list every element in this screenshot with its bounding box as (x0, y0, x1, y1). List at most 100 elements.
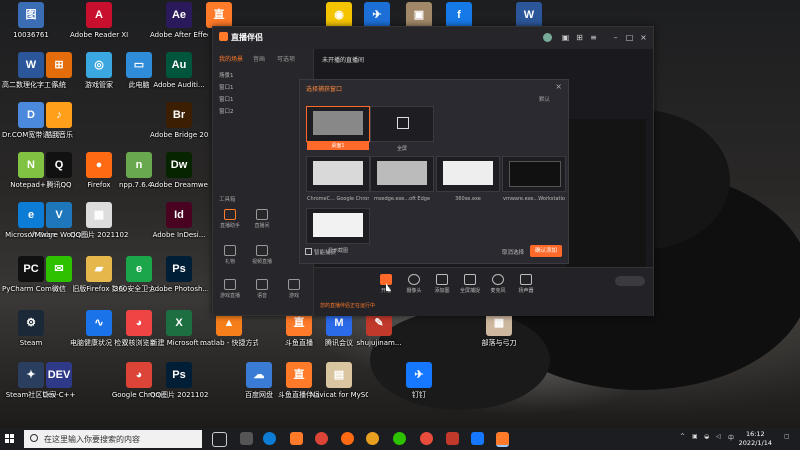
gift-icon[interactable]: ▣ (561, 33, 570, 42)
taskbar-app-icon[interactable] (290, 432, 303, 445)
cancel-selection-link[interactable]: 取消选择 (502, 248, 524, 256)
devcpp-icon: DEV (46, 362, 72, 388)
grid-icon[interactable]: ⊞ (575, 33, 584, 42)
this-pc-icon: ▭ (126, 52, 152, 78)
tab-scenes[interactable]: 我的场景 (219, 54, 243, 63)
volume-icon[interactable]: ◁ (716, 433, 721, 440)
capture-option-chrome[interactable]: ChromeC... Google Chrome (306, 156, 370, 202)
desktop-icon-bridge[interactable]: Br Adobe Bridge 2020 (150, 102, 208, 139)
desktop-icon-devcpp[interactable]: DEV Dev-C++ (30, 362, 88, 399)
edge-icon[interactable] (263, 432, 276, 445)
desktop-icon-label: Adobe Photosh... (150, 285, 208, 293)
tray-chevron-icon[interactable]: ^ (680, 433, 685, 440)
search-icon (30, 434, 38, 442)
firefox-profile-icon: ▰ (86, 256, 112, 282)
start-button[interactable] (5, 434, 15, 444)
smart-capture-checkbox[interactable]: 智能捕获 (305, 248, 336, 256)
desktop-icon-qq-img2[interactable]: Ps QQ图片 20211020... (150, 362, 208, 399)
system-clock[interactable]: 16:12 2022/1/14 (739, 430, 772, 448)
desktop-icon-label: Steam (19, 339, 43, 347)
firefox-icon: ● (86, 152, 112, 178)
capture-option-desktop[interactable]: 桌面1 (306, 106, 370, 150)
desktop-icon-navicat[interactable]: ▤ Navicat for MySQL (310, 362, 368, 399)
live-app-taskbar-icon[interactable] (496, 432, 509, 447)
tool-grid-icon: ⊞ (46, 52, 72, 78)
avatar[interactable] (543, 33, 552, 42)
capture-option-vmware[interactable]: vmware.exe...Workstation (502, 156, 566, 202)
taskbar-search-box[interactable]: 在这里输入你要搜索的内容 (24, 430, 202, 448)
minimize-icon[interactable]: – (611, 33, 620, 42)
desktop-icon-dreamweaver[interactable]: Dw Adobe Dreamwe... (150, 152, 208, 189)
taskbar-app-icon[interactable] (240, 432, 253, 445)
scene-item[interactable]: 窗口2 (219, 107, 234, 115)
sort-select[interactable]: 默认 (539, 95, 550, 103)
stream-control-bar: 开播 摄像头 添加图 全屏捕捉 麦克风 扬声器 您的直播伴侣正在运行中 (314, 267, 653, 316)
taskbar: 在这里输入你要搜索的内容 ^ ▣ ◒ ◁ 中 16:12 2022/1/14 ▢ (0, 428, 800, 450)
scene-item[interactable]: 场景1 (219, 71, 234, 79)
tool-voice[interactable]: 语音 (251, 279, 273, 299)
close-icon[interactable]: × (639, 33, 648, 42)
capture-option-screenshot[interactable]: 显示截图 (306, 208, 370, 254)
tool-live-helper[interactable]: 直播助手 (219, 209, 241, 229)
capture-option-label: msedge.exe...oft Edge (373, 196, 431, 202)
desktop-icon-10036761[interactable]: 图 10036761 (2, 2, 60, 39)
taskbar-app-icon[interactable] (471, 432, 484, 445)
speaker-button[interactable]: 扬声器 (514, 274, 538, 294)
scene-item[interactable]: 窗口1 (219, 95, 234, 103)
camera-button[interactable]: 摄像头 (402, 274, 426, 294)
microphone-button[interactable]: 麦克风 (486, 274, 510, 294)
network-icon[interactable]: ◒ (704, 433, 709, 440)
capture-option-360se[interactable]: 360se.exe (436, 156, 500, 202)
desktop-icon-label: Adobe Reader XI (70, 31, 128, 39)
desktop-icon-photoshop[interactable]: Ps Adobe Photosh... (150, 256, 208, 293)
audition-icon: Au (166, 52, 192, 78)
notification-icon[interactable]: ▢ (784, 433, 790, 440)
fullscreen-capture-button[interactable]: 全屏捕捉 (458, 274, 482, 294)
game-helper-icon: ◎ (86, 52, 112, 78)
chrome-icon: ◕ (126, 362, 152, 388)
capture-option-fullscreen[interactable]: 全屏 (370, 106, 434, 152)
app-orange-top-icon: 直 (206, 2, 232, 28)
chrome-icon[interactable] (366, 432, 379, 445)
app-logo: 直播伴侣 (219, 32, 263, 43)
tool-gift[interactable]: 礼物 (219, 245, 241, 265)
desktop-icon-qq-img[interactable]: ▦ QQ图片 20211020... (70, 202, 128, 239)
capture-option-edge[interactable]: msedge.exe...oft Edge (370, 156, 434, 202)
confirm-add-button[interactable]: 确认添加 (530, 245, 562, 257)
indesign-icon: Id (166, 202, 192, 228)
taskbar-app-icon[interactable] (446, 432, 459, 445)
settings-toggle[interactable] (615, 276, 645, 286)
tool-game[interactable]: 游戏直播 (219, 279, 241, 299)
tool-games[interactable]: 游戏 (283, 279, 305, 299)
capture-window-dialog[interactable]: 选择捕获窗口 × 默认 桌面1 全屏 ChromeC... Google Chr… (299, 79, 569, 264)
tray-app-icon[interactable]: ▣ (692, 433, 698, 440)
desktop-icon-steam[interactable]: ⚙ Steam (2, 310, 60, 347)
app-title-bar[interactable]: 直播伴侣 ▣ ⊞ ≡ – □ × (213, 27, 653, 49)
tool-room[interactable]: 直播间 (251, 209, 273, 229)
tab-options[interactable]: 可选项 (277, 54, 295, 63)
firefox-icon[interactable] (341, 432, 354, 445)
add-image-button[interactable]: 添加图 (430, 274, 454, 294)
desktop-icon-adobe-reader[interactable]: A Adobe Reader XI (70, 2, 128, 39)
baidu-netdisk-icon: ☁ (246, 362, 272, 388)
task-view-icon[interactable] (212, 432, 227, 447)
capture-option-label: vmware.exe...Workstation (503, 196, 565, 202)
language-indicator[interactable]: 中 (728, 433, 734, 442)
desktop-icon-label: Navicat for MySQL (310, 391, 368, 399)
tab-audio[interactable]: 音画 (253, 54, 265, 63)
menu-icon[interactable]: ≡ (589, 33, 598, 42)
chrome-icon[interactable] (315, 432, 328, 445)
maximize-icon[interactable]: □ (625, 33, 634, 42)
taskbar-app-icon[interactable] (393, 432, 406, 445)
taskbar-app-icon[interactable] (420, 432, 433, 445)
close-icon[interactable]: × (555, 82, 562, 91)
desktop-icon-music[interactable]: ♪ 酷我音乐 (30, 102, 88, 139)
wechat-icon: ✉ (46, 256, 72, 282)
scene-item[interactable]: 窗口1 (219, 83, 234, 91)
tool-video[interactable]: 视频直播 (251, 245, 273, 265)
steam-icon: ⚙ (18, 310, 44, 336)
desktop-icon-dingding[interactable]: ✈ 钉钉 (390, 362, 448, 399)
desktop-icon-indesign[interactable]: Id Adobe InDesi... (150, 202, 208, 239)
thumbnail (377, 161, 427, 185)
desktop-icon-audition[interactable]: Au Adobe Auditi... (150, 52, 208, 89)
